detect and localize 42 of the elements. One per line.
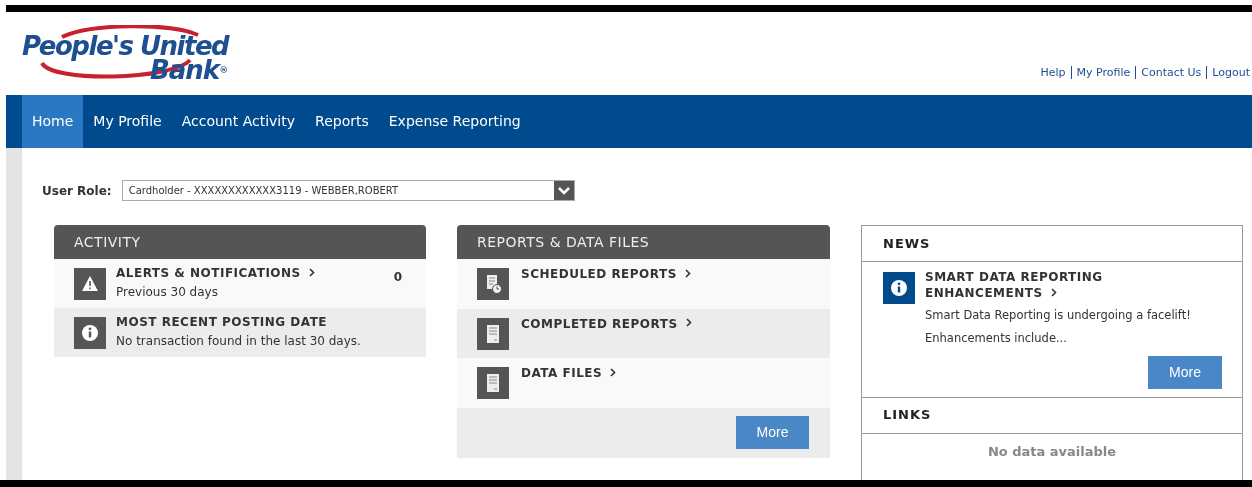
news-text: Enhancements include... xyxy=(925,330,1068,348)
more-button[interactable]: More xyxy=(1148,355,1222,389)
nav-tab[interactable]: My Profile xyxy=(83,95,172,148)
header-link[interactable]: My Profile xyxy=(1076,64,1131,81)
report-link[interactable]: SCHEDULED REPORTS xyxy=(521,265,691,283)
chevron-icon xyxy=(684,268,691,278)
nav-tab[interactable]: Expense Reporting xyxy=(378,95,531,148)
more-button[interactable]: More xyxy=(736,416,809,449)
section-heading: LINKS xyxy=(862,397,1242,434)
user-role-dropdown[interactable]: Cardholder - XXXXXXXXXXXX3119 - WEBBER,ROBERT xyxy=(121,180,575,201)
report-link[interactable]: DATA FILES xyxy=(521,364,617,382)
warning-icon xyxy=(74,268,106,300)
user-role-label: User Role: xyxy=(42,182,112,200)
header-link[interactable]: Help xyxy=(1040,64,1066,81)
document-icon xyxy=(477,367,509,399)
panel-header: REPORTS & DATA FILES xyxy=(457,225,830,259)
scheduled-document-icon xyxy=(477,268,509,300)
header-link[interactable]: Contact Us xyxy=(1141,64,1202,81)
activity-subtitle: No transaction found in the last 30 days. xyxy=(116,333,362,350)
section-heading: NEWS xyxy=(862,226,1242,262)
info-icon xyxy=(74,317,106,349)
activity-link[interactable]: ALERTS & NOTIFICATIONS xyxy=(116,264,384,282)
chevron-icon xyxy=(685,318,692,327)
header-link[interactable]: Logout xyxy=(1212,64,1250,81)
news-text: Smart Data Reporting is undergoing a facelift! xyxy=(925,307,1192,324)
activity-title: MOST RECENT POSTING DATE xyxy=(116,314,329,331)
count-label: 0 xyxy=(393,269,402,286)
nav-tab[interactable]: Account Activity xyxy=(171,95,306,148)
chevron-icon xyxy=(1050,287,1057,297)
news-link[interactable]: SMART DATA REPORTING ENHANCEMENTS xyxy=(925,269,1125,301)
activity-subtitle: Previous 30 days xyxy=(116,284,219,301)
report-link[interactable]: COMPLETED REPORTS xyxy=(521,314,692,333)
info-icon xyxy=(883,272,915,304)
panel-header: ACTIVITY xyxy=(54,225,426,259)
nav-tab[interactable]: Reports xyxy=(305,95,379,148)
bank-logo: People's United Bank® xyxy=(22,25,237,83)
document-icon xyxy=(477,317,509,350)
nav-tab[interactable]: Home xyxy=(22,95,84,148)
chevron-icon xyxy=(610,367,617,377)
chevron-icon xyxy=(308,267,315,277)
empty-message: No data available xyxy=(986,442,1118,461)
dropdown-caret-icon xyxy=(553,181,574,200)
